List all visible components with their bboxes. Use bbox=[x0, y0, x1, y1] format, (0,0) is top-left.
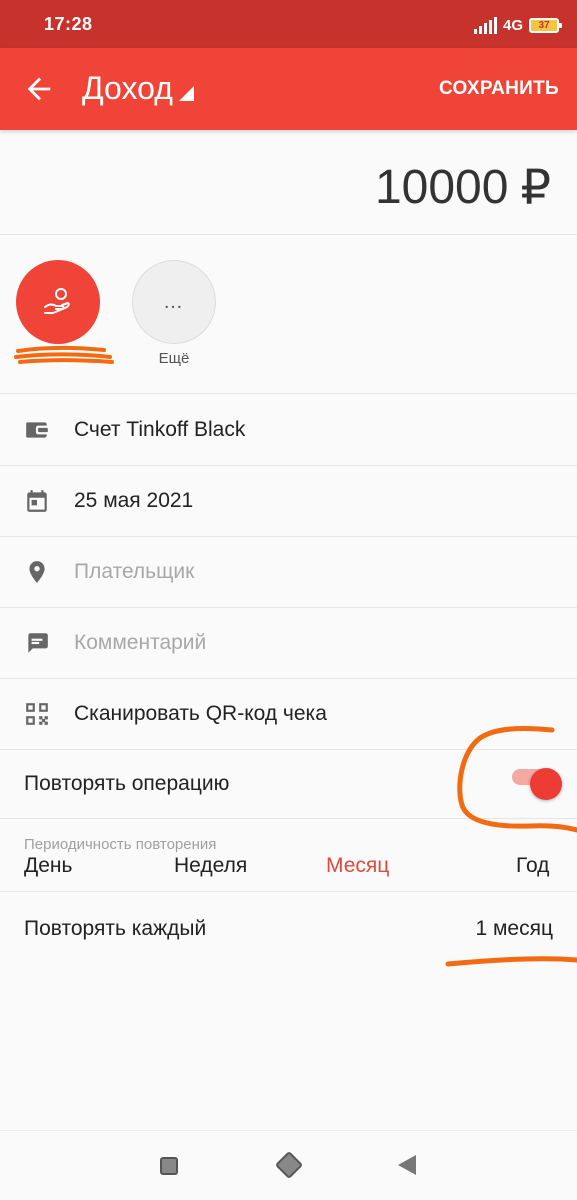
repeat-row: Повторять операцию bbox=[0, 748, 577, 819]
amount-value: 10000 bbox=[374, 161, 509, 214]
location-pin-icon bbox=[29, 561, 45, 583]
home-button[interactable] bbox=[274, 1150, 304, 1180]
toggle-knob bbox=[530, 768, 562, 800]
payer-row[interactable]: Плательщик bbox=[0, 537, 577, 608]
wallet-icon bbox=[26, 422, 48, 438]
status-icons: 4G 37 bbox=[473, 14, 562, 36]
comment-row[interactable]: Комментарий bbox=[0, 608, 577, 679]
comment-icon bbox=[28, 633, 48, 653]
dropdown-corner-icon bbox=[178, 86, 194, 101]
type-selector[interactable]: Доход bbox=[82, 70, 194, 107]
repeat-every-value: 1 месяц bbox=[475, 917, 553, 940]
save-button[interactable]: СОХРАНИТЬ bbox=[439, 78, 559, 100]
scan-qr-row[interactable]: Сканировать QR-код чека bbox=[0, 679, 577, 750]
hand-coin-icon bbox=[44, 288, 70, 314]
date-value: 25 мая 2021 bbox=[74, 489, 194, 512]
qr-code-icon bbox=[26, 703, 48, 725]
period-option-week[interactable]: Неделя bbox=[174, 854, 247, 878]
system-nav-bar bbox=[0, 1130, 577, 1200]
scan-qr-label: Сканировать QR-код чека bbox=[74, 702, 327, 725]
repeat-label: Повторять операцию bbox=[24, 772, 230, 795]
account-name: Счет Tinkoff Black bbox=[74, 418, 246, 441]
date-row[interactable]: 25 мая 2021 bbox=[0, 466, 577, 537]
period-selector: Периодичность повторения День Неделя Мес… bbox=[0, 820, 577, 892]
more-dots-icon: … bbox=[163, 290, 185, 313]
battery-level: 37 bbox=[538, 19, 550, 31]
comment-placeholder: Комментарий bbox=[74, 631, 207, 654]
status-time: 17:28 bbox=[44, 14, 93, 34]
period-caption: Периодичность повторения bbox=[24, 836, 217, 853]
category-list: … Ещё bbox=[0, 236, 577, 394]
battery-icon: 37 bbox=[529, 17, 562, 33]
period-option-year[interactable]: Год bbox=[516, 854, 549, 878]
app-bar: Доход СОХРАНИТЬ bbox=[0, 48, 577, 130]
payer-placeholder: Плательщик bbox=[74, 560, 195, 583]
repeat-every-label: Повторять каждый bbox=[24, 917, 207, 940]
calendar-icon bbox=[27, 490, 47, 512]
category-circle bbox=[16, 260, 100, 344]
more-circle: … bbox=[132, 260, 216, 344]
page-title: Доход bbox=[82, 70, 173, 106]
back-arrow-icon[interactable] bbox=[22, 72, 56, 106]
amount-field[interactable]: 10000 ₽ bbox=[0, 130, 577, 235]
more-label: Ещё bbox=[158, 350, 190, 367]
amount-display: 10000 ₽ bbox=[375, 160, 551, 216]
currency-symbol: ₽ bbox=[520, 162, 551, 215]
network-type: 4G bbox=[502, 16, 523, 34]
recents-button[interactable] bbox=[160, 1157, 178, 1175]
repeat-every-row[interactable]: Повторять каждый 1 месяц bbox=[0, 893, 577, 965]
period-option-day[interactable]: День bbox=[24, 854, 72, 878]
back-button[interactable] bbox=[398, 1155, 416, 1175]
status-bar: 17:28 4G 37 bbox=[0, 0, 577, 48]
category-selected[interactable] bbox=[16, 260, 100, 344]
redaction-scribble bbox=[14, 345, 114, 364]
category-more[interactable]: … Ещё bbox=[132, 260, 216, 367]
account-row[interactable]: Счет Tinkoff Black bbox=[0, 395, 577, 466]
period-option-month[interactable]: Месяц bbox=[326, 854, 389, 878]
signal-icon bbox=[473, 16, 497, 34]
